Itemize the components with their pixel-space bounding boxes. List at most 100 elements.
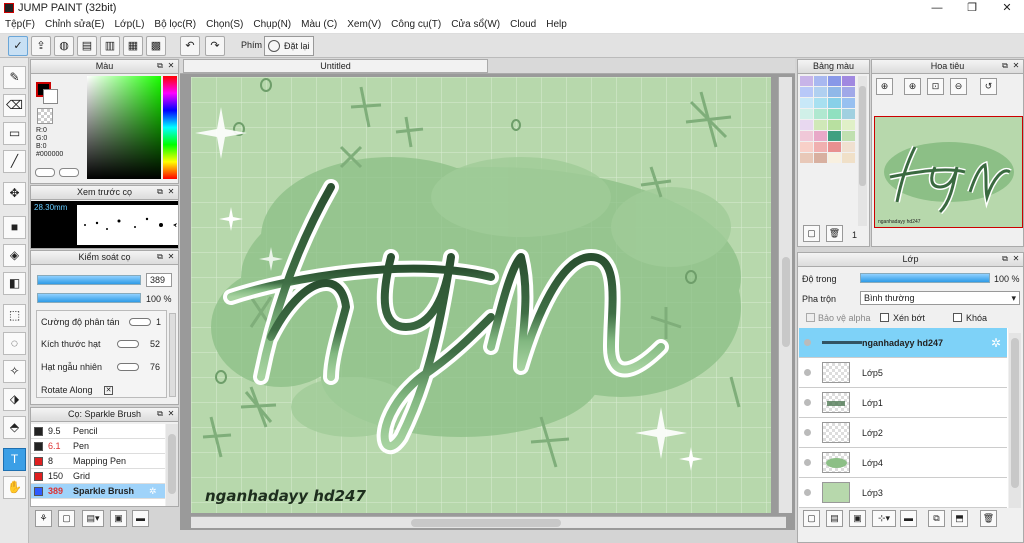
layer-row[interactable]: Lớp1 <box>799 388 1007 418</box>
copy-brush-icon[interactable]: ▣ <box>110 510 127 527</box>
panel-close-icon[interactable]: ✕ <box>166 409 176 419</box>
brush-tool-icon[interactable]: ✎ <box>3 66 26 89</box>
visibility-icon[interactable] <box>804 399 811 406</box>
vertical-scroll-thumb[interactable] <box>782 257 790 347</box>
brush-menu-icon[interactable]: ▤▾ <box>82 510 104 527</box>
lock-checkbox[interactable] <box>953 313 962 322</box>
float-icon[interactable]: ⧉ <box>155 187 165 197</box>
palette-swatch[interactable] <box>814 76 827 86</box>
eraser-tool-icon[interactable]: ⌫ <box>3 94 26 117</box>
fill-rect-tool-icon[interactable]: ■ <box>3 216 26 239</box>
list-item[interactable]: 8 Mapping Pen <box>31 454 165 469</box>
reset-button[interactable]: Đặt lại <box>264 36 314 56</box>
navigator-thumbnail[interactable]: nganhadayy hd247 <box>874 116 1023 228</box>
text-tool-icon[interactable]: T <box>3 448 26 471</box>
panel-close-icon[interactable]: ✕ <box>166 252 176 262</box>
chat-icon[interactable]: ◍ <box>54 36 74 56</box>
close-button[interactable]: ✕ <box>990 0 1024 16</box>
list-item-selected[interactable]: 389 Sparkle Brush ✲ <box>31 484 165 499</box>
export-icon[interactable]: ⇪ <box>31 36 51 56</box>
new-layer-alt-icon[interactable]: ▤ <box>826 510 843 527</box>
menu-layer[interactable]: Lớp(L) <box>110 16 150 34</box>
brush-size-input[interactable]: 389 <box>146 273 172 287</box>
palette-swatch[interactable] <box>828 153 841 163</box>
lasso-tool-icon[interactable]: ◌ <box>3 332 26 355</box>
float-icon[interactable]: ⧉ <box>155 61 165 71</box>
random-slider[interactable] <box>117 363 139 371</box>
palette-swatch[interactable] <box>842 142 855 152</box>
float-icon[interactable]: ⧉ <box>1000 254 1010 264</box>
palette-swatch[interactable] <box>800 131 813 141</box>
palette-scrollbar[interactable] <box>858 76 867 226</box>
folder-icon[interactable]: ▬ <box>132 510 149 527</box>
spread-slider[interactable] <box>129 318 151 326</box>
zoom-in-alt-icon[interactable]: ⊕ <box>904 78 921 95</box>
zoom-in-icon[interactable]: ⊕ <box>876 78 893 95</box>
merge-layer-icon[interactable]: ⬒ <box>951 510 968 527</box>
rect-tool-icon[interactable]: ▭ <box>3 122 26 145</box>
document-tab[interactable]: Untitled <box>183 59 488 73</box>
page-icon[interactable]: ▥ <box>100 36 120 56</box>
palette-swatch[interactable] <box>828 120 841 130</box>
panel-close-icon[interactable]: ✕ <box>1011 254 1021 264</box>
menu-edit[interactable]: Chỉnh sửa(E) <box>40 16 110 34</box>
select-eraser-icon[interactable]: ⬘ <box>3 416 26 439</box>
palette-swatch[interactable] <box>828 87 841 97</box>
maximize-button[interactable]: ❐ <box>955 0 989 16</box>
layer-row[interactable]: Lớp5 <box>799 358 1007 388</box>
visibility-icon[interactable] <box>804 429 811 436</box>
palette-swatch[interactable] <box>828 131 841 141</box>
palette-swatch[interactable] <box>828 109 841 119</box>
palette-swatch[interactable] <box>842 76 855 86</box>
palette-swatch[interactable] <box>842 109 855 119</box>
layer-row[interactable]: Lớp2 <box>799 418 1007 448</box>
palette-swatch[interactable] <box>814 109 827 119</box>
brush-opacity-bar[interactable] <box>37 293 141 303</box>
bucket-tool-icon[interactable]: ◈ <box>3 244 26 267</box>
duplicate-layer-icon[interactable]: ⧉ <box>928 510 945 527</box>
panel-close-icon[interactable]: ✕ <box>1011 61 1021 71</box>
select-pen-icon[interactable]: ⬗ <box>3 388 26 411</box>
palette-swatch[interactable] <box>800 109 813 119</box>
rotate-view-icon[interactable]: ↺ <box>980 78 997 95</box>
menu-tools[interactable]: Công cụ(T) <box>386 16 446 34</box>
drawing-canvas[interactable]: nganhadayy hd247 <box>191 77 771 513</box>
palette-swatches[interactable] <box>800 76 856 206</box>
hue-slider[interactable] <box>163 76 177 179</box>
palette-swatch[interactable] <box>800 120 813 130</box>
list-item[interactable]: 9.5 Pencil <box>31 424 165 439</box>
blend-mode-select[interactable]: Bình thường ▾ <box>860 291 1020 305</box>
rotate-along-checkbox[interactable]: ✕ <box>104 386 113 395</box>
visibility-icon[interactable] <box>804 459 811 466</box>
horizontal-scroll-thumb[interactable] <box>411 519 561 527</box>
palette-swatch[interactable] <box>800 87 813 97</box>
menu-cloud[interactable]: Cloud <box>505 16 541 34</box>
menu-capture[interactable]: Chụp(N) <box>248 16 296 34</box>
palette-swatch[interactable] <box>800 98 813 108</box>
palette-swatch[interactable] <box>814 98 827 108</box>
palette-swatch[interactable] <box>814 142 827 152</box>
palette-swatch[interactable] <box>800 142 813 152</box>
check-icon[interactable]: ✓ <box>8 36 28 56</box>
grid-icon[interactable]: ▩ <box>146 36 166 56</box>
saturation-picker[interactable] <box>87 76 161 179</box>
palette-swatch[interactable] <box>814 131 827 141</box>
brush-size-bar[interactable] <box>37 275 141 285</box>
menu-filter[interactable]: Bộ lọc(R) <box>149 16 201 34</box>
layer-opacity-bar[interactable] <box>860 273 990 283</box>
undo-icon[interactable]: ↶ <box>180 36 200 56</box>
protect-alpha-checkbox[interactable] <box>806 313 815 322</box>
palette-swatch[interactable] <box>828 98 841 108</box>
layer-menu-icon[interactable]: ⊹▾ <box>872 510 896 527</box>
palette-swatch[interactable] <box>842 87 855 97</box>
palette-swatch[interactable] <box>814 120 827 130</box>
float-icon[interactable]: ⧉ <box>1000 61 1010 71</box>
float-icon[interactable]: ⧉ <box>155 409 165 419</box>
zoom-out-icon[interactable]: ⊖ <box>950 78 967 95</box>
float-icon[interactable]: ⧉ <box>155 252 165 262</box>
palette-swatch[interactable] <box>842 131 855 141</box>
background-color-swatch[interactable] <box>43 89 58 104</box>
menu-select[interactable]: Chọn(S) <box>201 16 248 34</box>
layer-list-scrollbar[interactable] <box>1009 333 1021 508</box>
palette-swatch[interactable] <box>814 87 827 97</box>
